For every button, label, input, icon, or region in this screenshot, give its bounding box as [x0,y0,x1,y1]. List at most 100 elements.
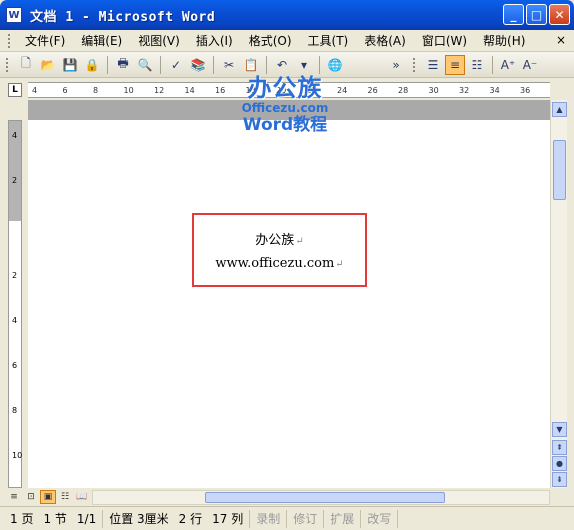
h-ruler-tick-label: 26 [367,86,378,95]
menu-file[interactable]: 文件(F) [17,32,73,49]
scroll-up-icon[interactable]: ▲ [552,102,567,117]
officezu-logo: 办公族 Officezu.com Word教程 [230,75,340,145]
toolbar-options-icon[interactable]: » [386,55,406,75]
h-ruler-tick-label: 4 [32,86,38,95]
print-preview-icon[interactable]: 🔍 [135,55,155,75]
vertical-scrollbar[interactable]: ▲ ▼ ⇞ ● ⇟ [550,100,567,488]
scroll-down-icon[interactable]: ▼ [552,422,567,437]
minimize-button[interactable]: _ [503,4,524,25]
cut-icon[interactable]: ✂ [219,55,239,75]
horizontal-scroll-thumb[interactable] [205,492,445,503]
h-ruler-tick-label: 6 [62,86,68,95]
status-overtype[interactable]: 改写 [361,509,399,528]
v-ruler-tick-label: 8 [12,406,18,415]
grow-font-icon[interactable]: A⁺ [498,55,518,75]
view-bar: ≡ ⊡ ▣ ☷ 📖 [0,488,574,506]
menu-view[interactable]: 视图(V) [130,32,188,49]
status-extend[interactable]: 扩展 [324,509,362,528]
v-ruler-tick-label: 6 [12,361,18,370]
next-page-icon[interactable]: ⇟ [552,472,567,487]
menu-format[interactable]: 格式(O) [241,32,300,49]
logo-main-text: 办公族 [247,74,323,102]
print-layout-icon[interactable]: ▣ [40,490,56,504]
h-ruler-tick-label: 36 [520,86,531,95]
hyperlink-icon[interactable]: 🌐 [325,55,345,75]
h-ruler-tick-label: 28 [398,86,409,95]
status-position-info: 位置 3厘米 2 行 17 列 [103,509,251,528]
outline-view-icon[interactable]: ☷ [57,490,73,504]
v-ruler-tick-label: 2 [12,176,18,185]
reading-view-icon[interactable]: 📖 [74,490,90,504]
h-ruler-tick-label: 14 [184,86,195,95]
document-line-1[interactable]: 办公族↵ [255,229,303,248]
status-track-changes[interactable]: 修订 [287,509,325,528]
horizontal-scrollbar[interactable] [92,490,550,505]
scroll-thumb[interactable] [553,140,566,200]
toolbar-separator [319,55,320,74]
doc-close-button[interactable]: × [556,33,566,47]
toolbar-grip[interactable] [6,57,9,72]
document-page[interactable] [28,100,550,488]
menu-grip[interactable] [8,33,11,48]
menu-table[interactable]: 表格(A) [356,32,414,49]
menu-window[interactable]: 窗口(W) [414,32,475,49]
status-pages: 1/1 [76,511,97,526]
menu-insert[interactable]: 插入(I) [188,32,241,49]
h-ruler-tick-label: 32 [459,86,470,95]
document-line-2[interactable]: www.officezu.com↵ [215,256,343,271]
print-icon[interactable]: 🖶 [113,55,133,75]
line-1-text: 办公族 [255,233,295,248]
tab-selector[interactable]: L [8,83,22,97]
status-record[interactable]: 录制 [250,509,288,528]
title-bar: W 文档 1 - Microsoft Word _ □ ✕ [0,0,574,30]
justify-icon[interactable]: ☷ [467,55,487,75]
logo-domain-text: Officezu.com [241,101,329,115]
previous-page-icon[interactable]: ⇞ [552,440,567,455]
status-page-info: 1 页 1 节 1/1 [4,509,104,528]
h-ruler-tick-label: 34 [489,86,500,95]
h-ruler-tick-label: 8 [93,86,99,95]
v-ruler-tick-label: 4 [12,131,18,140]
v-ruler-tick-label: 10 [12,451,23,460]
close-button[interactable]: ✕ [549,4,570,25]
maximize-button[interactable]: □ [526,4,547,25]
paragraph-mark-icon: ↵ [295,236,304,247]
toolbar-separator [213,55,214,74]
undo-dropdown-icon[interactable]: ▾ [294,55,314,75]
logo-tutorial-text: Word教程 [242,115,328,135]
align-left-icon[interactable]: ☰ [423,55,443,75]
new-document-icon[interactable]: 🗋 [16,55,36,75]
toolbar-separator [107,55,108,74]
select-browse-object-icon[interactable]: ● [552,456,567,471]
word-app-icon[interactable]: W [6,7,22,23]
normal-view-icon[interactable]: ≡ [6,490,22,504]
save-icon[interactable]: 💾 [60,55,80,75]
h-ruler-tick-label: 10 [123,86,134,95]
status-page: 1 页 [10,512,34,526]
menu-edit[interactable]: 编辑(E) [73,32,130,49]
vertical-ruler[interactable]: 4 2 2 4 6 8 10 [8,120,22,488]
spelling-icon[interactable]: ✓ [166,55,186,75]
menu-help[interactable]: 帮助(H) [475,32,533,49]
status-bar: 1 页 1 节 1/1 位置 3厘米 2 行 17 列 录制 修订 扩展 改写 [0,506,574,530]
status-position: 位置 3厘米 [109,512,169,526]
toolbar-separator [492,55,493,74]
paste-icon[interactable]: 📋 [241,55,261,75]
highlighted-content-box[interactable]: 办公族↵ www.officezu.com↵ [192,213,367,287]
toolbar-separator [266,55,267,74]
undo-icon[interactable]: ↶ [272,55,292,75]
permission-icon[interactable]: 🔒 [82,55,102,75]
v-ruler-tick-label: 2 [12,271,18,280]
open-folder-icon[interactable]: 📂 [38,55,58,75]
research-icon[interactable]: 📚 [188,55,208,75]
line-2-text: www.officezu.com [215,256,335,271]
h-ruler-tick-label: 12 [154,86,165,95]
align-center-icon[interactable]: ≡ [445,54,465,75]
web-layout-icon[interactable]: ⊡ [23,490,39,504]
toolbar-grip-2[interactable] [413,57,416,72]
shrink-font-icon[interactable]: A⁻ [520,55,540,75]
v-ruler-tick-label: 4 [12,316,18,325]
menu-bar: 文件(F) 编辑(E) 视图(V) 插入(I) 格式(O) 工具(T) 表格(A… [0,30,574,52]
window-title: 文档 1 - Microsoft Word [30,9,216,25]
menu-tools[interactable]: 工具(T) [300,32,357,49]
